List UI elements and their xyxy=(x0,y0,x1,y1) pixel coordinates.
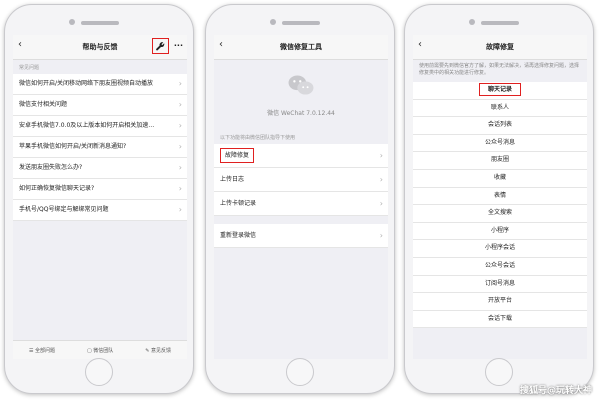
list-item[interactable]: 开放平台 xyxy=(413,293,587,311)
tab-feedback[interactable]: ✎ 意见反馈 xyxy=(145,347,171,354)
chevron-right-icon: › xyxy=(178,184,182,193)
list-item-label: 微信如何开启/关闭移动网络下朋友圈视频自动播放 xyxy=(19,80,154,87)
tab-all-questions[interactable]: ☰ 全部问题 xyxy=(29,347,55,354)
help-feedback-screen: ‹ 帮助与反馈 ··· 常见问题 微信如何开启/关闭移动网络下朋友圈视频自动播放… xyxy=(13,35,187,359)
list-item[interactable]: 安卓手机微信7.0.0及以上版本如何开启相关加速… › xyxy=(13,116,187,137)
list-item-label: 安卓手机微信7.0.0及以上版本如何开启相关加速… xyxy=(19,122,155,129)
home-button[interactable] xyxy=(286,358,314,386)
chevron-right-icon: › xyxy=(178,121,182,130)
list-item-upload-lag[interactable]: 上传卡顿记录 › xyxy=(214,192,388,216)
repair-category-list: 聊天记录 联系人 会话列表 公众号消息 朋友圈 收藏 表情 全文搜索 小程序 小… xyxy=(413,82,587,329)
list-item[interactable]: 会话下载 xyxy=(413,310,587,329)
chevron-right-icon: › xyxy=(379,231,383,240)
wechat-logo-icon xyxy=(288,75,314,95)
list-item[interactable]: 订阅号消息 xyxy=(413,275,587,294)
tab-label: 微信团队 xyxy=(93,347,114,354)
chevron-right-icon: › xyxy=(379,175,383,184)
repair-options-list: 故障修复 › 上传日志 › 上传卡顿记录 › xyxy=(214,144,388,216)
home-button[interactable] xyxy=(85,358,113,386)
description-text: 使用前需要先到微信官方了解，如果无法解决，请再选择修复问题，选择修复类中的相关功… xyxy=(419,63,580,76)
speaker-grille xyxy=(282,21,320,25)
repair-tool-screen: ‹ 微信修复工具 微信 WeChat 7.0.12.44 以下功能将由微信团队指… xyxy=(214,35,388,359)
watermark-text: 搜狐号@玩转大神 xyxy=(519,386,592,396)
section-header: 以下功能将由微信团队指导下使用 xyxy=(220,135,296,141)
app-info-header: 微信 WeChat 7.0.12.44 xyxy=(214,60,388,130)
phone-frame-2: ‹ 微信修复工具 微信 WeChat 7.0.12.44 以下功能将由微信团队指… xyxy=(205,4,395,394)
tab-label: 全部问题 xyxy=(35,347,56,354)
list-item[interactable]: 公众号会话 xyxy=(413,257,587,276)
chevron-right-icon: › xyxy=(379,199,383,208)
camera-dot xyxy=(469,19,475,25)
list-item-label: 苹果手机微信如何开启/关闭新消息通知? xyxy=(19,143,127,150)
chat-history-label: 聊天记录 xyxy=(478,83,521,96)
list-item[interactable]: 朋友圈 xyxy=(413,152,587,170)
list-item-fault-repair[interactable]: 故障修复 › xyxy=(214,144,388,168)
list-item[interactable]: 发送朋友圈失败怎么办? › xyxy=(13,158,187,179)
chevron-right-icon: › xyxy=(178,100,182,109)
list-item[interactable]: 如何正确恢复微信聊天记录? › xyxy=(13,179,187,200)
chevron-right-icon: › xyxy=(178,163,182,172)
phone-frame-3: ‹ 故障修复 使用前需要先到微信官方了解，如果无法解决，请再选择修复问题，选择修… xyxy=(404,4,594,394)
tab-label: 意见反馈 xyxy=(151,347,172,354)
chevron-right-icon: › xyxy=(178,79,182,88)
list-item[interactable]: 苹果手机微信如何开启/关闭新消息通知? › xyxy=(13,137,187,158)
list-item-label: 重新登录微信 xyxy=(220,232,257,239)
list-item-relogin[interactable]: 重新登录微信 › xyxy=(214,224,388,248)
speaker-grille xyxy=(481,21,519,25)
repair-item-chat-history[interactable]: 聊天记录 xyxy=(413,82,587,100)
fault-repair-label: 故障修复 xyxy=(220,148,255,163)
navbar: ‹ 帮助与反馈 ··· xyxy=(13,35,187,60)
faq-list: 微信如何开启/关闭移动网络下朋友圈视频自动播放 › 微信支付相关问题 › 安卓手机微… xyxy=(13,74,187,221)
list-item-label: 发送朋友圈失败怎么办? xyxy=(19,164,83,171)
more-menu-icon[interactable]: ··· xyxy=(174,41,183,50)
list-item[interactable]: 全文搜索 xyxy=(413,205,587,223)
list-item-label: 上传日志 xyxy=(220,176,245,183)
list-item[interactable]: 联系人 xyxy=(413,99,587,118)
list-item[interactable]: 微信如何开启/关闭移动网络下朋友圈视频自动播放 › xyxy=(13,74,187,95)
list-item-label: 手机号/QQ号绑定与解绑常见问题 xyxy=(19,206,109,213)
fault-repair-screen: ‹ 故障修复 使用前需要先到微信官方了解，如果无法解决，请再选择修复问题，选择修… xyxy=(413,35,587,359)
chevron-right-icon: › xyxy=(178,205,182,214)
bottom-tab-bar: ☰ 全部问题 ▢ 微信团队 ✎ 意见反馈 xyxy=(13,340,187,359)
list-item[interactable]: 表情 xyxy=(413,187,587,206)
camera-dot xyxy=(270,19,276,25)
list-item[interactable]: 会话列表 xyxy=(413,117,587,135)
list-item-label: 微信支付相关问题 xyxy=(19,101,68,108)
list-item[interactable]: 手机号/QQ号绑定与解绑常见问题 › xyxy=(13,200,187,221)
navbar: ‹ 故障修复 xyxy=(413,35,587,60)
version-text: 微信 WeChat 7.0.12.44 xyxy=(267,110,335,117)
page-title: 微信修复工具 xyxy=(280,43,322,51)
navbar: ‹ 微信修复工具 xyxy=(214,35,388,60)
list-item[interactable]: 收藏 xyxy=(413,169,587,188)
section-header: 常见问题 xyxy=(19,65,40,71)
list-item-label: 如何正确恢复微信聊天记录? xyxy=(19,185,95,192)
wrench-icon-button[interactable] xyxy=(152,38,169,54)
chevron-right-icon: › xyxy=(379,151,383,160)
list-item[interactable]: 微信支付相关问题 › xyxy=(13,95,187,116)
list-item[interactable]: 小程序会话 xyxy=(413,240,587,258)
chevron-right-icon: › xyxy=(178,142,182,151)
list-item-upload-log[interactable]: 上传日志 › xyxy=(214,168,388,192)
wrench-icon xyxy=(156,42,165,51)
list-item[interactable]: 小程序 xyxy=(413,222,587,241)
speaker-grille xyxy=(81,21,119,25)
list-item-label: 上传卡顿记录 xyxy=(220,200,257,207)
relogin-list: 重新登录微信 › xyxy=(214,224,388,248)
page-title: 故障修复 xyxy=(486,43,514,51)
phone-frame-1: ‹ 帮助与反馈 ··· 常见问题 微信如何开启/关闭移动网络下朋友圈视频自动播放… xyxy=(4,4,194,394)
tab-wechat-team[interactable]: ▢ 微信团队 xyxy=(87,347,113,354)
home-button[interactable] xyxy=(485,358,513,386)
camera-dot xyxy=(69,19,75,25)
list-item[interactable]: 公众号消息 xyxy=(413,134,587,153)
